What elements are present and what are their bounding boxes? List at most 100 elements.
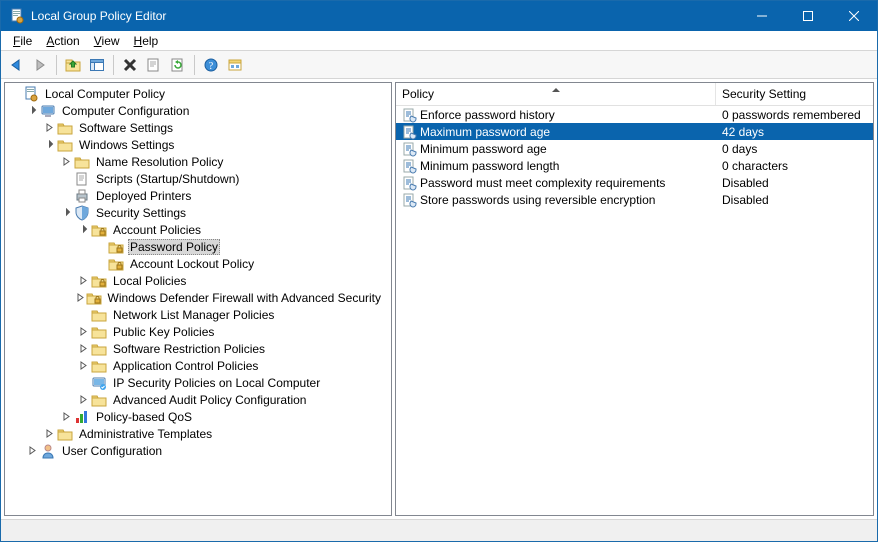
tree-network-list-manager[interactable]: Network List Manager Policies [5, 306, 391, 323]
expand-icon[interactable] [41, 425, 57, 442]
menu-action[interactable]: Action [40, 33, 85, 49]
policy-item-icon [402, 107, 418, 123]
shield-icon [74, 205, 90, 221]
tree-label: Deployed Printers [94, 189, 193, 203]
expand-icon[interactable] [75, 323, 91, 340]
expand-icon[interactable] [24, 442, 40, 459]
tree-software-restriction[interactable]: Software Restriction Policies [5, 340, 391, 357]
folderLock-icon [91, 273, 107, 289]
policy-name: Minimum password age [420, 142, 547, 156]
properties-button[interactable] [143, 54, 165, 76]
column-policy[interactable]: Policy [396, 83, 716, 105]
menu-help[interactable]: Help [128, 33, 165, 49]
tree-local-policies[interactable]: Local Policies [5, 272, 391, 289]
tree-scripts[interactable]: Scripts (Startup/Shutdown) [5, 170, 391, 187]
printer-icon [74, 188, 90, 204]
expand-icon[interactable] [75, 357, 91, 374]
policy-name: Minimum password length [420, 159, 559, 173]
policy-setting: Disabled [722, 176, 769, 190]
tree-public-key-policies[interactable]: Public Key Policies [5, 323, 391, 340]
collapse-icon[interactable] [58, 204, 74, 221]
folderLock-icon [108, 239, 124, 255]
tree-admin-templates[interactable]: Administrative Templates [5, 425, 391, 442]
tree-deployed-printers[interactable]: Deployed Printers [5, 187, 391, 204]
collapse-icon[interactable] [24, 102, 40, 119]
twisty-placeholder [92, 238, 108, 255]
list-header: Policy Security Setting [396, 83, 873, 106]
tree-account-policies[interactable]: Account Policies [5, 221, 391, 238]
up-button[interactable] [62, 54, 84, 76]
list-row[interactable]: Maximum password age42 days [396, 123, 873, 140]
minimize-button[interactable] [739, 1, 785, 31]
policy-name: Enforce password history [420, 108, 555, 122]
expand-icon[interactable] [58, 408, 74, 425]
folderLock-icon [91, 222, 107, 238]
list-row[interactable]: Password must meet complexity requiremen… [396, 174, 873, 191]
policy-setting: 0 passwords remembered [722, 108, 861, 122]
tree-label: Windows Settings [77, 138, 176, 152]
policy-setting: 0 days [722, 142, 757, 156]
twisty-placeholder [7, 85, 23, 102]
tree-app-control[interactable]: Application Control Policies [5, 357, 391, 374]
tree-pane[interactable]: Local Computer PolicyComputer Configurat… [4, 82, 392, 516]
tree-software-settings[interactable]: Software Settings [5, 119, 391, 136]
expand-icon[interactable] [41, 119, 57, 136]
collapse-icon[interactable] [75, 221, 91, 238]
bars-icon [74, 409, 90, 425]
list-row[interactable]: Minimum password age 0 days [396, 140, 873, 157]
twisty-placeholder [58, 170, 74, 187]
tree-security-settings[interactable]: Security Settings [5, 204, 391, 221]
maximize-button[interactable] [785, 1, 831, 31]
list-row[interactable]: Minimum password length0 characters [396, 157, 873, 174]
tree-policy-qos[interactable]: Policy-based QoS [5, 408, 391, 425]
refresh-button[interactable] [167, 54, 189, 76]
policy-name: Store passwords using reversible encrypt… [420, 193, 655, 207]
statusbar [1, 519, 877, 541]
tree-defender-firewall[interactable]: Windows Defender Firewall with Advanced … [5, 289, 391, 306]
tree-label: User Configuration [60, 444, 164, 458]
twisty-placeholder [75, 374, 91, 391]
column-setting[interactable]: Security Setting [716, 83, 873, 105]
show-hide-tree-button[interactable] [86, 54, 108, 76]
collapse-icon[interactable] [41, 136, 57, 153]
back-button[interactable] [5, 54, 27, 76]
tree-user-configuration[interactable]: User Configuration [5, 442, 391, 459]
folder-icon [74, 154, 90, 170]
folder-icon [57, 426, 73, 442]
close-button[interactable] [831, 1, 877, 31]
tree-ip-security[interactable]: IP Security Policies on Local Computer [5, 374, 391, 391]
delete-button[interactable] [119, 54, 141, 76]
menu-file[interactable]: File [7, 33, 38, 49]
tree-label: Advanced Audit Policy Configuration [111, 393, 308, 407]
tree-advanced-audit[interactable]: Advanced Audit Policy Configuration [5, 391, 391, 408]
window-title: Local Group Policy Editor [31, 9, 739, 23]
user-icon [40, 443, 56, 459]
tree-name-resolution[interactable]: Name Resolution Policy [5, 153, 391, 170]
policy-item-icon [402, 158, 418, 174]
tree-account-lockout[interactable]: Account Lockout Policy [5, 255, 391, 272]
expand-icon[interactable] [75, 340, 91, 357]
tree-label: Name Resolution Policy [94, 155, 225, 169]
titlebar[interactable]: Local Group Policy Editor [1, 1, 877, 31]
tree-label: Account Lockout Policy [128, 257, 256, 271]
list-row[interactable]: Store passwords using reversible encrypt… [396, 191, 873, 208]
tree-root[interactable]: Local Computer Policy [5, 85, 391, 102]
options-button[interactable] [224, 54, 246, 76]
tree-label: Local Policies [111, 274, 188, 288]
folderLock-icon [86, 290, 102, 306]
forward-button[interactable] [29, 54, 51, 76]
expand-icon[interactable] [75, 391, 91, 408]
expand-icon[interactable] [75, 272, 91, 289]
list-row[interactable]: Enforce password history 0 passwords reme… [396, 106, 873, 123]
tree-label: Windows Defender Firewall with Advanced … [106, 291, 383, 305]
expand-icon[interactable] [75, 289, 86, 306]
menu-view[interactable]: View [88, 33, 126, 49]
expand-icon[interactable] [58, 153, 74, 170]
tree-password-policy[interactable]: Password Policy [5, 238, 391, 255]
tree-windows-settings[interactable]: Windows Settings [5, 136, 391, 153]
list-pane[interactable]: Policy Security Setting Enforce password… [395, 82, 874, 516]
tree-computer-configuration[interactable]: Computer Configuration [5, 102, 391, 119]
help-button[interactable]: ? [200, 54, 222, 76]
menubar: File Action View Help [1, 31, 877, 51]
list-body: Enforce password history 0 passwords reme… [396, 106, 873, 515]
